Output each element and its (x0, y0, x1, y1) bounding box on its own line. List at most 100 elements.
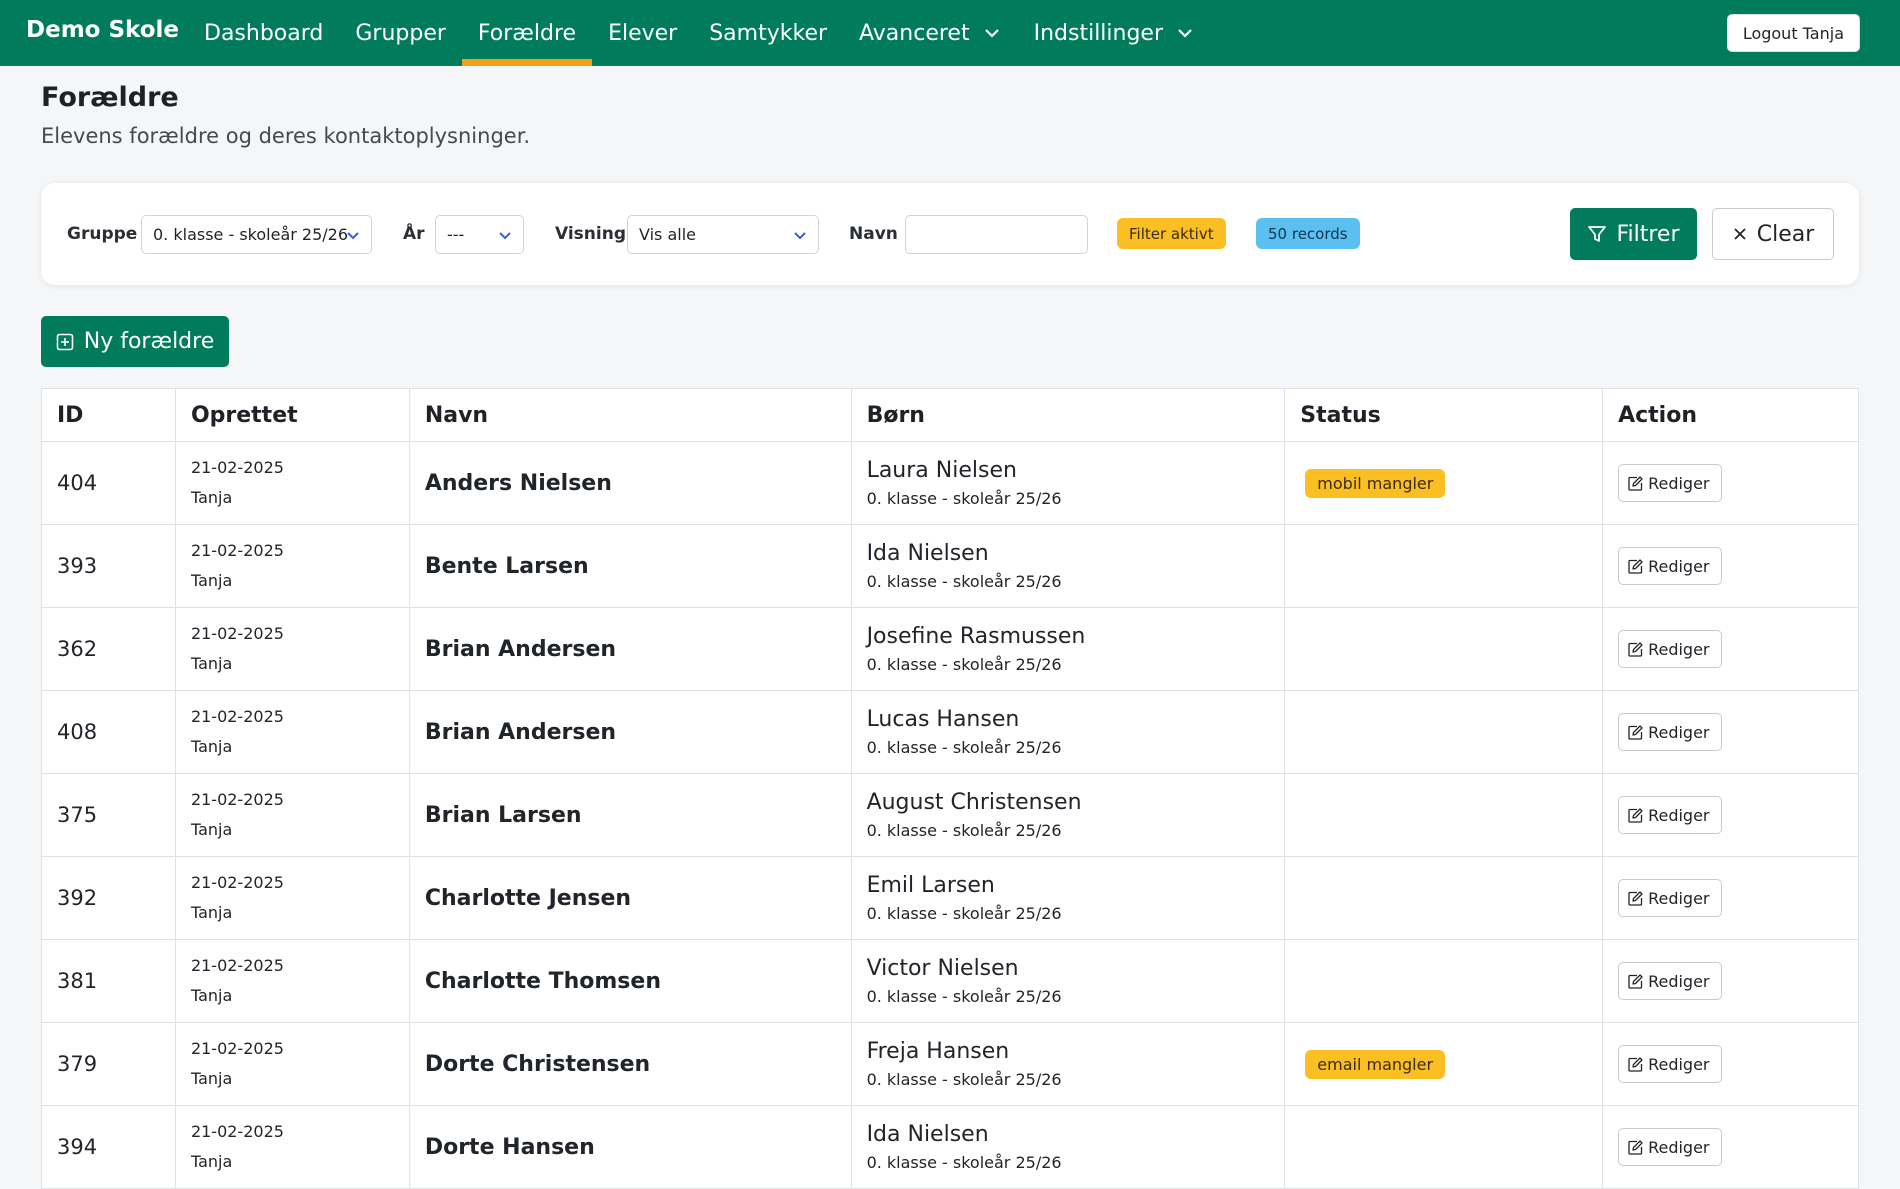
nav-item-label: Indstillinger (1033, 20, 1164, 46)
child-group: 0. klasse - skoleår 25/26 (866, 904, 1062, 923)
edit-button-label: Rediger (1648, 722, 1710, 742)
cell-id: 394 (41, 1105, 176, 1189)
created-by: Tanja (190, 986, 233, 1005)
cell-action: Rediger (1602, 690, 1859, 774)
nav-item-indstillinger[interactable]: Indstillinger (1018, 0, 1211, 66)
name-filter-input[interactable] (905, 215, 1088, 254)
year-filter-label: År (403, 224, 425, 244)
created-date: 21-02-2025 (190, 541, 284, 560)
child-name: Laura Nielsen (866, 458, 1017, 483)
filter-icon (1588, 226, 1607, 242)
nav-item-label: Grupper (355, 20, 446, 46)
records-count-badge: 50 records (1256, 218, 1360, 249)
page-title: Forældre (41, 82, 179, 113)
cell-id: 404 (41, 441, 176, 525)
cell-status (1284, 524, 1604, 608)
edit-button[interactable]: Rediger (1618, 547, 1722, 585)
edit-button[interactable]: Rediger (1618, 796, 1722, 834)
plus-square-icon (56, 333, 74, 350)
cell-id: 379 (41, 1022, 176, 1106)
chevron-down-icon (1178, 29, 1192, 38)
cell-action: Rediger (1602, 939, 1859, 1023)
status-badge: email mangler (1305, 1049, 1446, 1079)
edit-button-label: Rediger (1648, 556, 1710, 576)
cell-children: Emil Larsen 0. klasse - skoleår 25/26 (850, 856, 1286, 940)
cell-parent-name: Brian Larsen (408, 773, 852, 857)
cell-status (1284, 690, 1604, 774)
nav-item-dashboard[interactable]: Dashboard (188, 0, 339, 66)
year-select[interactable]: --- (435, 215, 524, 254)
brand-logo[interactable]: Demo Skole (26, 17, 179, 43)
edit-button[interactable]: Rediger (1618, 630, 1722, 668)
edit-icon (1628, 1056, 1643, 1072)
clear-button[interactable]: Clear (1712, 208, 1834, 260)
edit-button[interactable]: Rediger (1618, 962, 1722, 1000)
clear-button-label: Clear (1756, 221, 1815, 247)
cell-children: Ida Nielsen 0. klasse - skoleår 25/26 (850, 1105, 1286, 1189)
child-name: Ida Nielsen (866, 1122, 989, 1147)
view-select[interactable]: Vis alle (627, 215, 819, 254)
group-select[interactable]: 0. klasse - skoleår 25/26 (141, 215, 372, 254)
cell-action: Rediger (1602, 524, 1859, 608)
cell-children: Laura Nielsen 0. klasse - skoleår 25/26 (850, 441, 1286, 525)
cell-status: email mangler (1284, 1022, 1604, 1106)
cell-created: 21-02-2025 Tanja (174, 1022, 410, 1106)
edit-button[interactable]: Rediger (1618, 713, 1722, 751)
column-header-navn: Navn (408, 388, 852, 442)
table-row: 393 21-02-2025 Tanja Bente Larsen Ida Nielse… (41, 524, 1859, 608)
nav-item-grupper[interactable]: Grupper (339, 0, 462, 66)
child-name: Josefine Rasmussen (866, 624, 1086, 649)
table-row: 404 21-02-2025 Tanja Anders Nielsen Laura Ni… (41, 441, 1859, 525)
created-date: 21-02-2025 (190, 707, 284, 726)
nav-item-samtykker[interactable]: Samtykker (693, 0, 843, 66)
cell-id: 362 (41, 607, 176, 691)
cell-status (1284, 773, 1604, 857)
table-row: 392 21-02-2025 Tanja Charlotte Jensen Emil L… (41, 856, 1859, 940)
cell-id: 392 (41, 856, 176, 940)
edit-button[interactable]: Rediger (1618, 1128, 1722, 1166)
cell-children: Victor Nielsen 0. klasse - skoleår 25/26 (850, 939, 1286, 1023)
logout-button[interactable]: Logout Tanja (1726, 14, 1860, 52)
close-icon (1734, 228, 1746, 240)
cell-children: Josefine Rasmussen 0. klasse - skoleår 25… (850, 607, 1286, 691)
cell-action: Rediger (1602, 856, 1859, 940)
nav-item-label: Samtykker (709, 20, 828, 46)
edit-button[interactable]: Rediger (1618, 1045, 1722, 1083)
cell-children: Ida Nielsen 0. klasse - skoleår 25/26 (850, 524, 1286, 608)
nav-item-elever[interactable]: Elever (592, 0, 693, 66)
nav-item-label: Forældre (477, 20, 577, 46)
nav-item-label: Elever (608, 20, 678, 46)
cell-parent-name: Brian Andersen (408, 607, 852, 691)
cell-action: Rediger (1602, 773, 1859, 857)
cell-id: 381 (41, 939, 176, 1023)
child-group: 0. klasse - skoleår 25/26 (866, 1070, 1062, 1089)
edit-icon (1628, 558, 1643, 574)
edit-icon (1628, 724, 1643, 740)
created-by: Tanja (190, 654, 233, 673)
nav-item-foraeldre[interactable]: Forældre (461, 0, 593, 66)
column-header-born: Børn (850, 388, 1286, 442)
cell-action: Rediger (1602, 1022, 1859, 1106)
cell-id: 408 (41, 690, 176, 774)
child-group: 0. klasse - skoleår 25/26 (866, 738, 1062, 757)
chevron-down-icon (347, 232, 359, 240)
table-row: 375 21-02-2025 Tanja Brian Larsen August Chr… (41, 773, 1859, 857)
top-navbar: Demo Skole Dashboard Grupper Forældre Eleve… (0, 0, 1900, 66)
created-by: Tanja (190, 737, 233, 756)
nav-item-avanceret[interactable]: Avanceret (843, 0, 1018, 66)
child-group: 0. klasse - skoleår 25/26 (866, 1153, 1062, 1172)
created-by: Tanja (190, 903, 233, 922)
table-row: 362 21-02-2025 Tanja Brian Andersen Josefine… (41, 607, 1859, 691)
edit-button-label: Rediger (1648, 805, 1710, 825)
cell-created: 21-02-2025 Tanja (174, 607, 410, 691)
edit-button[interactable]: Rediger (1618, 879, 1722, 917)
edit-button[interactable]: Rediger (1618, 464, 1722, 502)
filter-button[interactable]: Filtrer (1570, 208, 1697, 260)
created-date: 21-02-2025 (190, 1039, 284, 1058)
cell-parent-name: Brian Andersen (408, 690, 852, 774)
child-group: 0. klasse - skoleår 25/26 (866, 572, 1062, 591)
filter-button-label: Filtrer (1616, 221, 1680, 247)
new-parent-button[interactable]: Ny forældre (41, 316, 229, 367)
cell-created: 21-02-2025 Tanja (174, 690, 410, 774)
edit-button-label: Rediger (1648, 888, 1710, 908)
